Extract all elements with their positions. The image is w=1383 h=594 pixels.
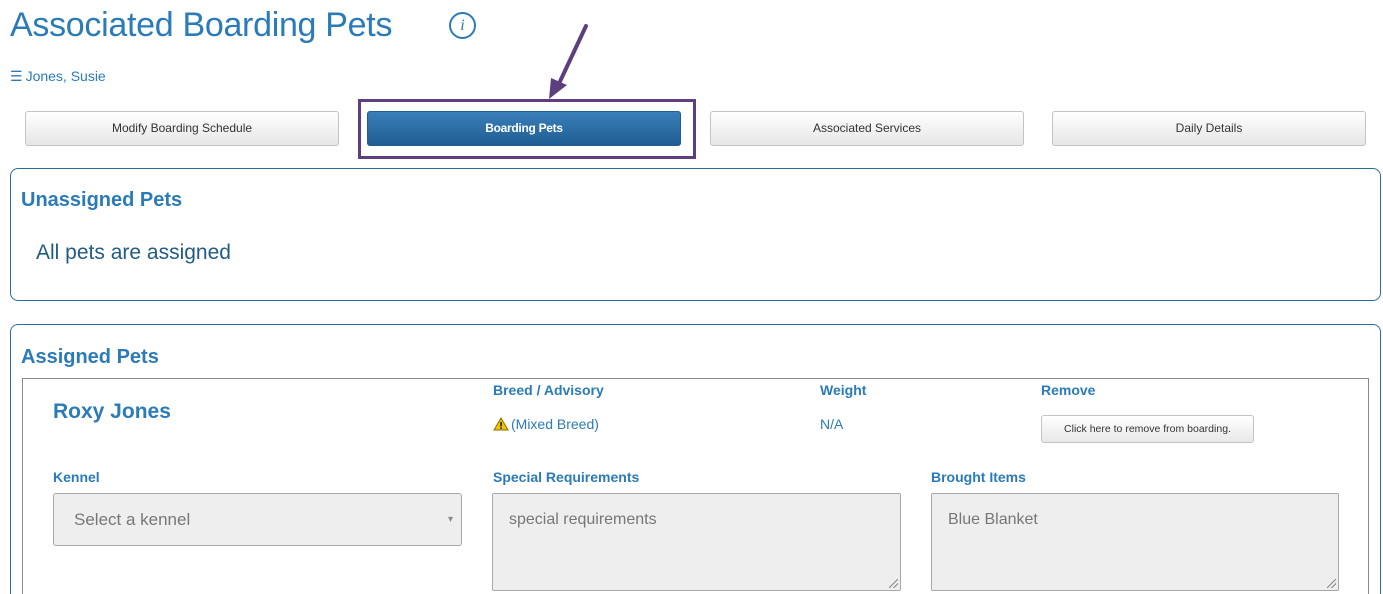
unassigned-pets-message: All pets are assigned [36, 241, 231, 264]
breed-advisory-label: Breed / Advisory [493, 382, 604, 398]
special-requirements-placeholder: special requirements [509, 511, 657, 528]
tab-modify-boarding-schedule[interactable]: Modify Boarding Schedule [25, 111, 339, 146]
assigned-pets-title: Assigned Pets [21, 346, 159, 368]
pet-name: Roxy Jones [53, 400, 171, 423]
page-title: Associated Boarding Pets [10, 6, 393, 44]
weight-value: N/A [820, 416, 844, 432]
breadcrumb[interactable]: ☰ Jones, Susie [10, 68, 106, 85]
kennel-select-placeholder: Select a kennel [74, 510, 191, 529]
client-name-link[interactable]: Jones, Susie [26, 68, 106, 84]
brought-items-input[interactable]: Blue Blanket [931, 493, 1339, 591]
remove-from-boarding-button[interactable]: Click here to remove from boarding. [1041, 415, 1254, 443]
brought-items-value: Blue Blanket [948, 511, 1038, 528]
special-requirements-label: Special Requirements [493, 469, 640, 485]
info-icon[interactable]: i [449, 12, 476, 39]
chevron-down-icon: ▾ [447, 514, 453, 525]
unassigned-pets-panel: Unassigned Pets All pets are assigned [10, 168, 1381, 301]
warning-icon [493, 417, 509, 431]
tab-boarding-pets[interactable]: Boarding Pets [367, 111, 681, 146]
tab-daily-details[interactable]: Daily Details [1052, 111, 1366, 146]
annotation-arrow-icon [549, 24, 588, 99]
pet-card: Roxy Jones Breed / Advisory (Mixed Breed… [22, 378, 1369, 594]
breed-text: (Mixed Breed) [511, 416, 599, 432]
resize-handle-icon[interactable] [889, 579, 898, 588]
weight-label: Weight [820, 382, 867, 398]
special-requirements-input[interactable]: special requirements [492, 493, 901, 591]
breed-value: (Mixed Breed) [493, 416, 599, 432]
remove-label: Remove [1041, 382, 1096, 398]
resize-handle-icon[interactable] [1327, 579, 1336, 588]
menu-icon[interactable]: ☰ [10, 68, 23, 85]
kennel-select[interactable]: Select a kennel ▾ [53, 493, 462, 546]
kennel-label: Kennel [53, 469, 100, 485]
unassigned-pets-title: Unassigned Pets [21, 189, 183, 211]
tab-associated-services[interactable]: Associated Services [710, 111, 1024, 146]
brought-items-label: Brought Items [931, 469, 1026, 485]
